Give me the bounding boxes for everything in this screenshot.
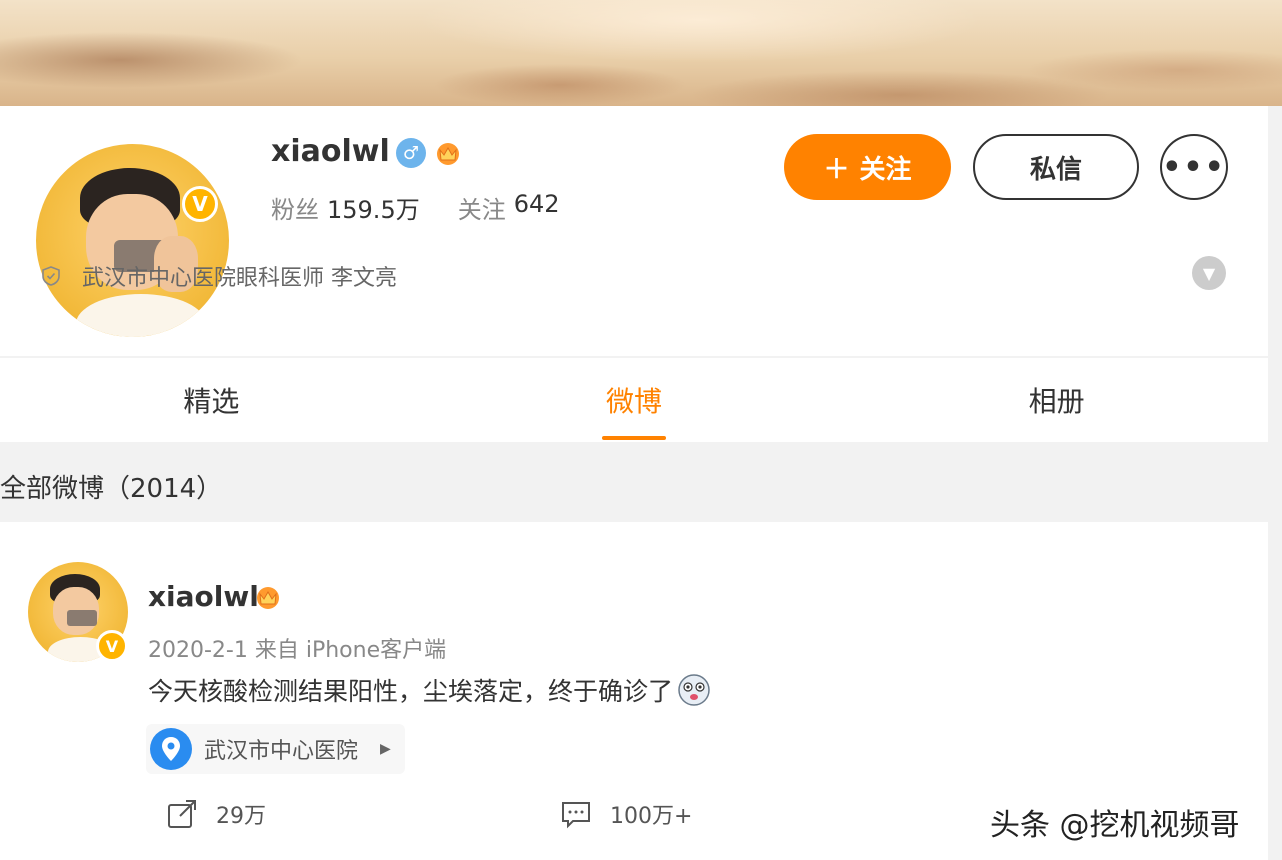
- verified-badge-icon: V: [182, 186, 218, 222]
- fans-label: 粉丝: [271, 196, 319, 224]
- follow-button-label: 关注: [859, 154, 912, 185]
- follow-button[interactable]: ＋ 关注: [784, 134, 951, 200]
- location-pin-icon: [150, 728, 192, 770]
- location-text: 武汉市中心医院: [204, 739, 359, 764]
- following-count[interactable]: 642: [514, 190, 560, 225]
- repost-button[interactable]: 29万: [166, 798, 266, 830]
- profile-stats: 粉丝 159.5万 关注 642: [271, 190, 590, 225]
- section-title: 全部微博（2014）: [0, 474, 223, 504]
- post-body: 今天核酸检测结果阳性，尘埃落定，终于确诊了: [148, 677, 674, 706]
- comment-button[interactable]: 100万+: [560, 798, 692, 830]
- shield-icon: [42, 266, 60, 286]
- repost-count: 29万: [216, 804, 266, 829]
- post-meta: 2020-2-1 来自 iPhone客户端: [148, 638, 447, 663]
- crown-icon: [437, 143, 459, 165]
- profile-username: xiaolwl: [271, 134, 390, 169]
- chevron-down-icon[interactable]: ▼: [1192, 256, 1226, 290]
- post-text: 今天核酸检测结果阳性，尘埃落定，终于确诊了: [148, 672, 711, 708]
- message-button[interactable]: 私信: [973, 134, 1139, 200]
- profile-tabs: 精选 微博 相册: [0, 358, 1268, 442]
- crown-icon: [257, 587, 279, 609]
- avatar[interactable]: [30, 138, 235, 343]
- more-options-button[interactable]: •••: [1160, 134, 1228, 200]
- tab-album[interactable]: 相册: [845, 358, 1268, 442]
- male-icon: ♂: [396, 138, 426, 168]
- location-tag[interactable]: 武汉市中心医院 ▶: [146, 724, 405, 774]
- cover-banner: [0, 0, 1282, 106]
- profile-card: V xiaolwl ♂ 粉丝 159.5万 关注 642 ＋ 关注 私信 •••…: [0, 106, 1268, 356]
- verified-badge-icon: V: [96, 630, 128, 662]
- watermark: 头条 @挖机视频哥: [990, 808, 1240, 843]
- tab-weibo[interactable]: 微博: [423, 358, 846, 442]
- plus-icon: ＋: [823, 154, 850, 185]
- tab-featured[interactable]: 精选: [0, 358, 423, 442]
- verification-row: 武汉市中心医院眼科医师 李文亮: [40, 260, 397, 292]
- fans-count[interactable]: 159.5万: [327, 190, 420, 225]
- chevron-right-icon: ▶: [380, 741, 391, 757]
- share-icon: [168, 800, 196, 828]
- post-username[interactable]: xiaolwl: [148, 580, 259, 613]
- comment-icon: [562, 802, 590, 829]
- verification-text: 武汉市中心医院眼科医师 李文亮: [82, 266, 397, 291]
- emoji-icon: [678, 674, 710, 706]
- following-label: 关注: [457, 196, 506, 224]
- comment-count: 100万+: [610, 804, 693, 829]
